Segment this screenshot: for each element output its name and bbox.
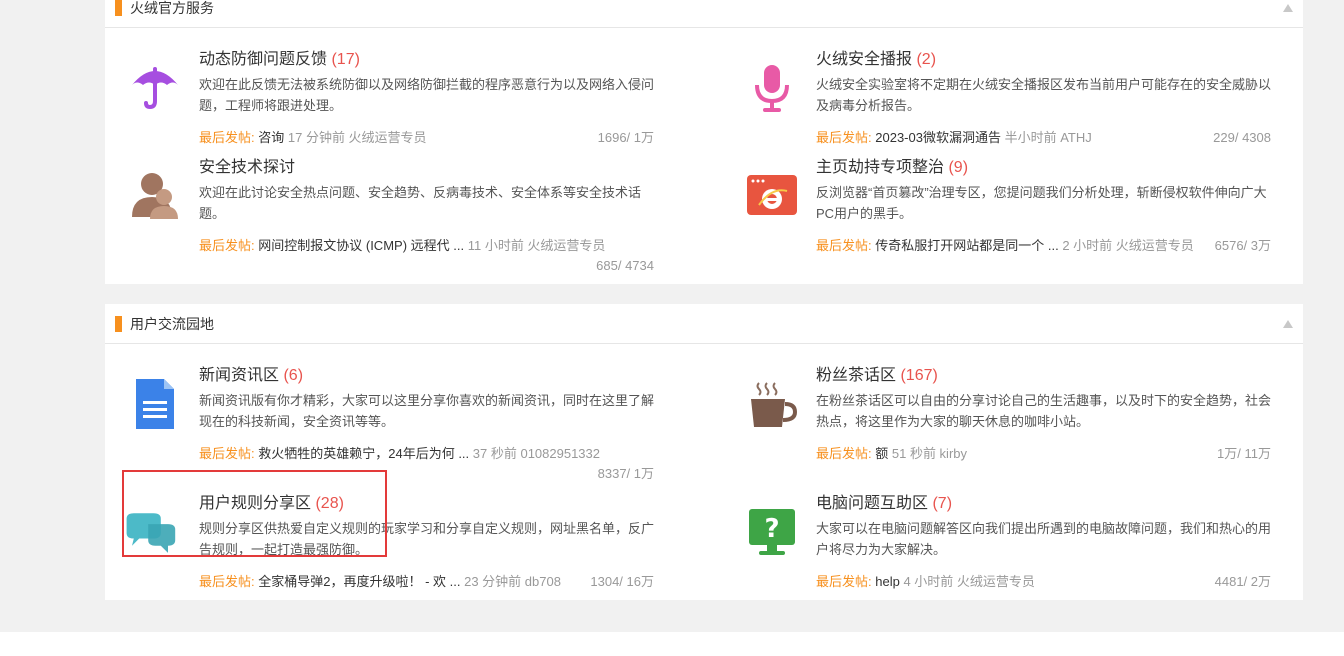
forum-stats: 8337/ 1万 (597, 466, 654, 481)
microphone-icon[interactable] (745, 61, 799, 115)
forum-title-text[interactable]: 安全技术探讨 (199, 159, 295, 176)
forum-description: 火绒安全实验室将不定期在火绒安全播报区发布当前用户可能存在的安全威胁以及病毒分析… (816, 77, 1272, 113)
browser-icon[interactable] (745, 169, 799, 223)
last-post-meta: 37 秒前 01082951332 (469, 446, 600, 461)
forum-fan-tea: 粉丝茶话区 (167) 在粉丝茶话区可以自由的分享讨论自己的生活趣事，以及时下的… (727, 365, 1287, 475)
forum-last-post: 最后发帖: 咨询 17 分钟前 火绒运营专员 (199, 129, 427, 147)
section-header: 火绒官方服务 (105, 0, 1303, 28)
collapse-arrow-icon[interactable] (1283, 4, 1293, 12)
forum-last-post: 最后发帖: 2023-03微软漏洞通告 半小时前 ATHJ (816, 129, 1092, 147)
last-post-label: 最后发帖: (199, 446, 255, 461)
last-post-label: 最后发帖: (199, 574, 255, 589)
forum-stats: 1万/ 11万 (1217, 446, 1271, 461)
last-post-link[interactable]: 救火牺牲的英雄赖宁，24年后为何 ... (258, 446, 469, 461)
forum-pc-help: ? 电脑问题互助区 (7) 大家可以在电脑问题解答区向我们提出所遇到的电脑故障问… (727, 493, 1287, 603)
forum-title[interactable]: 主页劫持专项整治 (9) (816, 157, 968, 179)
last-post-link[interactable]: 额 (875, 446, 888, 461)
last-post-label: 最后发帖: (816, 130, 872, 145)
forum-stats: 6576/ 3万 (1214, 238, 1271, 253)
forum-title-text[interactable]: 火绒安全播报 (816, 51, 912, 68)
forum-last-post: 最后发帖: 网间控制报文协议 (ICMP) 远程代 ... 11 小时前 火绒运… (199, 237, 605, 255)
forum-description: 欢迎在此讨论安全热点问题、安全趋势、反病毒技术、安全体系等安全技术话题。 (199, 185, 642, 221)
forum-title[interactable]: 新闻资讯区 (6) (199, 365, 303, 387)
forum-title-text[interactable]: 新闻资讯区 (199, 367, 279, 384)
section-accent-bar (115, 0, 122, 16)
last-post-meta: 4 小时前 火绒运营专员 (899, 574, 1035, 589)
forum-title[interactable]: 动态防御问题反馈 (17) (199, 49, 360, 71)
forum-news: 新闻资讯区 (6) 新闻资讯版有你才精彩，大家可以这里分享你喜欢的新闻资讯，同时… (110, 365, 670, 481)
forum-description: 大家可以在电脑问题解答区向我们提出所遇到的电脑故障问题，我们和热心的用户将尽力为… (816, 521, 1272, 557)
last-post-meta: 23 分钟前 db708 (460, 574, 561, 589)
coffee-cup-icon[interactable] (745, 377, 799, 431)
last-post-link[interactable]: 传奇私服打开网站都是同一个 ... (875, 238, 1058, 253)
section-title: 火绒官方服务 (130, 0, 214, 16)
forum-title[interactable]: 粉丝茶话区 (167) (816, 365, 938, 387)
last-post-meta: 2 小时前 火绒运营专员 (1058, 238, 1194, 253)
forum-last-post: 最后发帖: 传奇私服打开网站都是同一个 ... 2 小时前 火绒运营专员 (816, 237, 1194, 255)
last-post-meta: 半小时前 ATHJ (1000, 130, 1092, 145)
forum-title[interactable]: 火绒安全播报 (2) (816, 49, 936, 71)
forum-count: (2) (916, 51, 937, 68)
forum-count: (7) (932, 495, 953, 512)
umbrella-icon[interactable] (128, 61, 182, 115)
forum-title-text[interactable]: 动态防御问题反馈 (199, 51, 327, 68)
forum-last-post: 最后发帖: 全家桶导弹2，再度升级啦！ - 欢 ... 23 分钟前 db708 (199, 573, 561, 591)
forum-stats: 1696/ 1万 (597, 130, 654, 145)
forum-security-broadcast: 火绒安全播报 (2) 火绒安全实验室将不定期在火绒安全播报区发布当前用户可能存在… (727, 49, 1287, 159)
forum-description: 反浏览器“首页篡改”治理专区，您提问题我们分析处理，斩断侵权软件伸向广大PC用户… (816, 185, 1267, 221)
document-icon[interactable] (128, 377, 182, 431)
last-post-label: 最后发帖: (816, 446, 872, 461)
users-icon[interactable] (128, 169, 182, 223)
forum-count: (9) (948, 159, 969, 176)
forum-last-post: 最后发帖: 额 51 秒前 kirby (816, 445, 967, 463)
forum-dynamic-defense: 动态防御问题反馈 (17) 欢迎在此反馈无法被系统防御以及网络防御拦截的程序恶意… (110, 49, 670, 159)
forum-stats: 229/ 4308 (1213, 130, 1271, 145)
last-post-label: 最后发帖: (199, 238, 255, 253)
page-footer-area (0, 632, 1344, 656)
forum-count: (17) (331, 51, 360, 68)
forum-stats: 1304/ 16万 (590, 574, 654, 589)
forum-last-post: 最后发帖: help 4 小时前 火绒运营专员 (816, 573, 1035, 591)
last-post-link[interactable]: 网间控制报文协议 (ICMP) 远程代 ... (258, 238, 464, 253)
forum-stats: 4481/ 2万 (1214, 574, 1271, 589)
forum-last-post: 最后发帖: 救火牺牲的英雄赖宁，24年后为何 ... 37 秒前 0108295… (199, 445, 600, 463)
forum-title-text[interactable]: 粉丝茶话区 (816, 367, 896, 384)
forum-count: (167) (900, 367, 938, 384)
last-post-label: 最后发帖: (199, 130, 255, 145)
forum-homepage-hijack: 主页劫持专项整治 (9) 反浏览器“首页篡改”治理专区，您提问题我们分析处理，斩… (727, 157, 1287, 267)
forum-description: 欢迎在此反馈无法被系统防御以及网络防御拦截的程序恶意行为以及网络入侵问题，工程师… (199, 77, 655, 113)
forum-count: (6) (283, 367, 304, 384)
forum-description: 在粉丝茶话区可以自由的分享讨论自己的生活趣事，以及时下的安全趋势，社会热点，将这… (816, 393, 1272, 429)
help-monitor-icon[interactable]: ? (745, 505, 799, 559)
last-post-link[interactable]: help (875, 574, 900, 589)
section-official-services: 火绒官方服务 动态防御问题反馈 (17) 欢迎在此反馈无法被系统防御以及网络防御… (105, 0, 1303, 284)
highlight-box (122, 470, 387, 557)
forum-title-text[interactable]: 电脑问题互助区 (816, 495, 928, 512)
section-accent-bar (115, 316, 122, 332)
section-header: 用户交流园地 (105, 304, 1303, 344)
last-post-meta: 11 小时前 火绒运营专员 (464, 238, 606, 253)
last-post-link[interactable]: 2023-03微软漏洞通告 (875, 130, 1001, 145)
svg-text:?: ? (764, 514, 779, 544)
forum-title[interactable]: 电脑问题互助区 (7) (816, 493, 952, 515)
last-post-meta: 17 分钟前 火绒运营专员 (284, 130, 427, 145)
forum-title[interactable]: 安全技术探讨 (199, 157, 295, 179)
forum-title-text[interactable]: 主页劫持专项整治 (816, 159, 944, 176)
section-title: 用户交流园地 (130, 316, 214, 332)
collapse-arrow-icon[interactable] (1283, 320, 1293, 328)
last-post-meta: 51 秒前 kirby (888, 446, 968, 461)
last-post-label: 最后发帖: (816, 238, 872, 253)
forum-security-tech: 安全技术探讨 欢迎在此讨论安全热点问题、安全趋势、反病毒技术、安全体系等安全技术… (110, 157, 670, 273)
last-post-link[interactable]: 全家桶导弹2，再度升级啦！ - 欢 ... (258, 574, 460, 589)
last-post-link[interactable]: 咨询 (258, 130, 284, 145)
forum-stats: 685/ 4734 (596, 258, 654, 273)
last-post-label: 最后发帖: (816, 574, 872, 589)
forum-description: 新闻资讯版有你才精彩，大家可以这里分享你喜欢的新闻资讯，同时在这里了解现在的科技… (199, 393, 655, 429)
